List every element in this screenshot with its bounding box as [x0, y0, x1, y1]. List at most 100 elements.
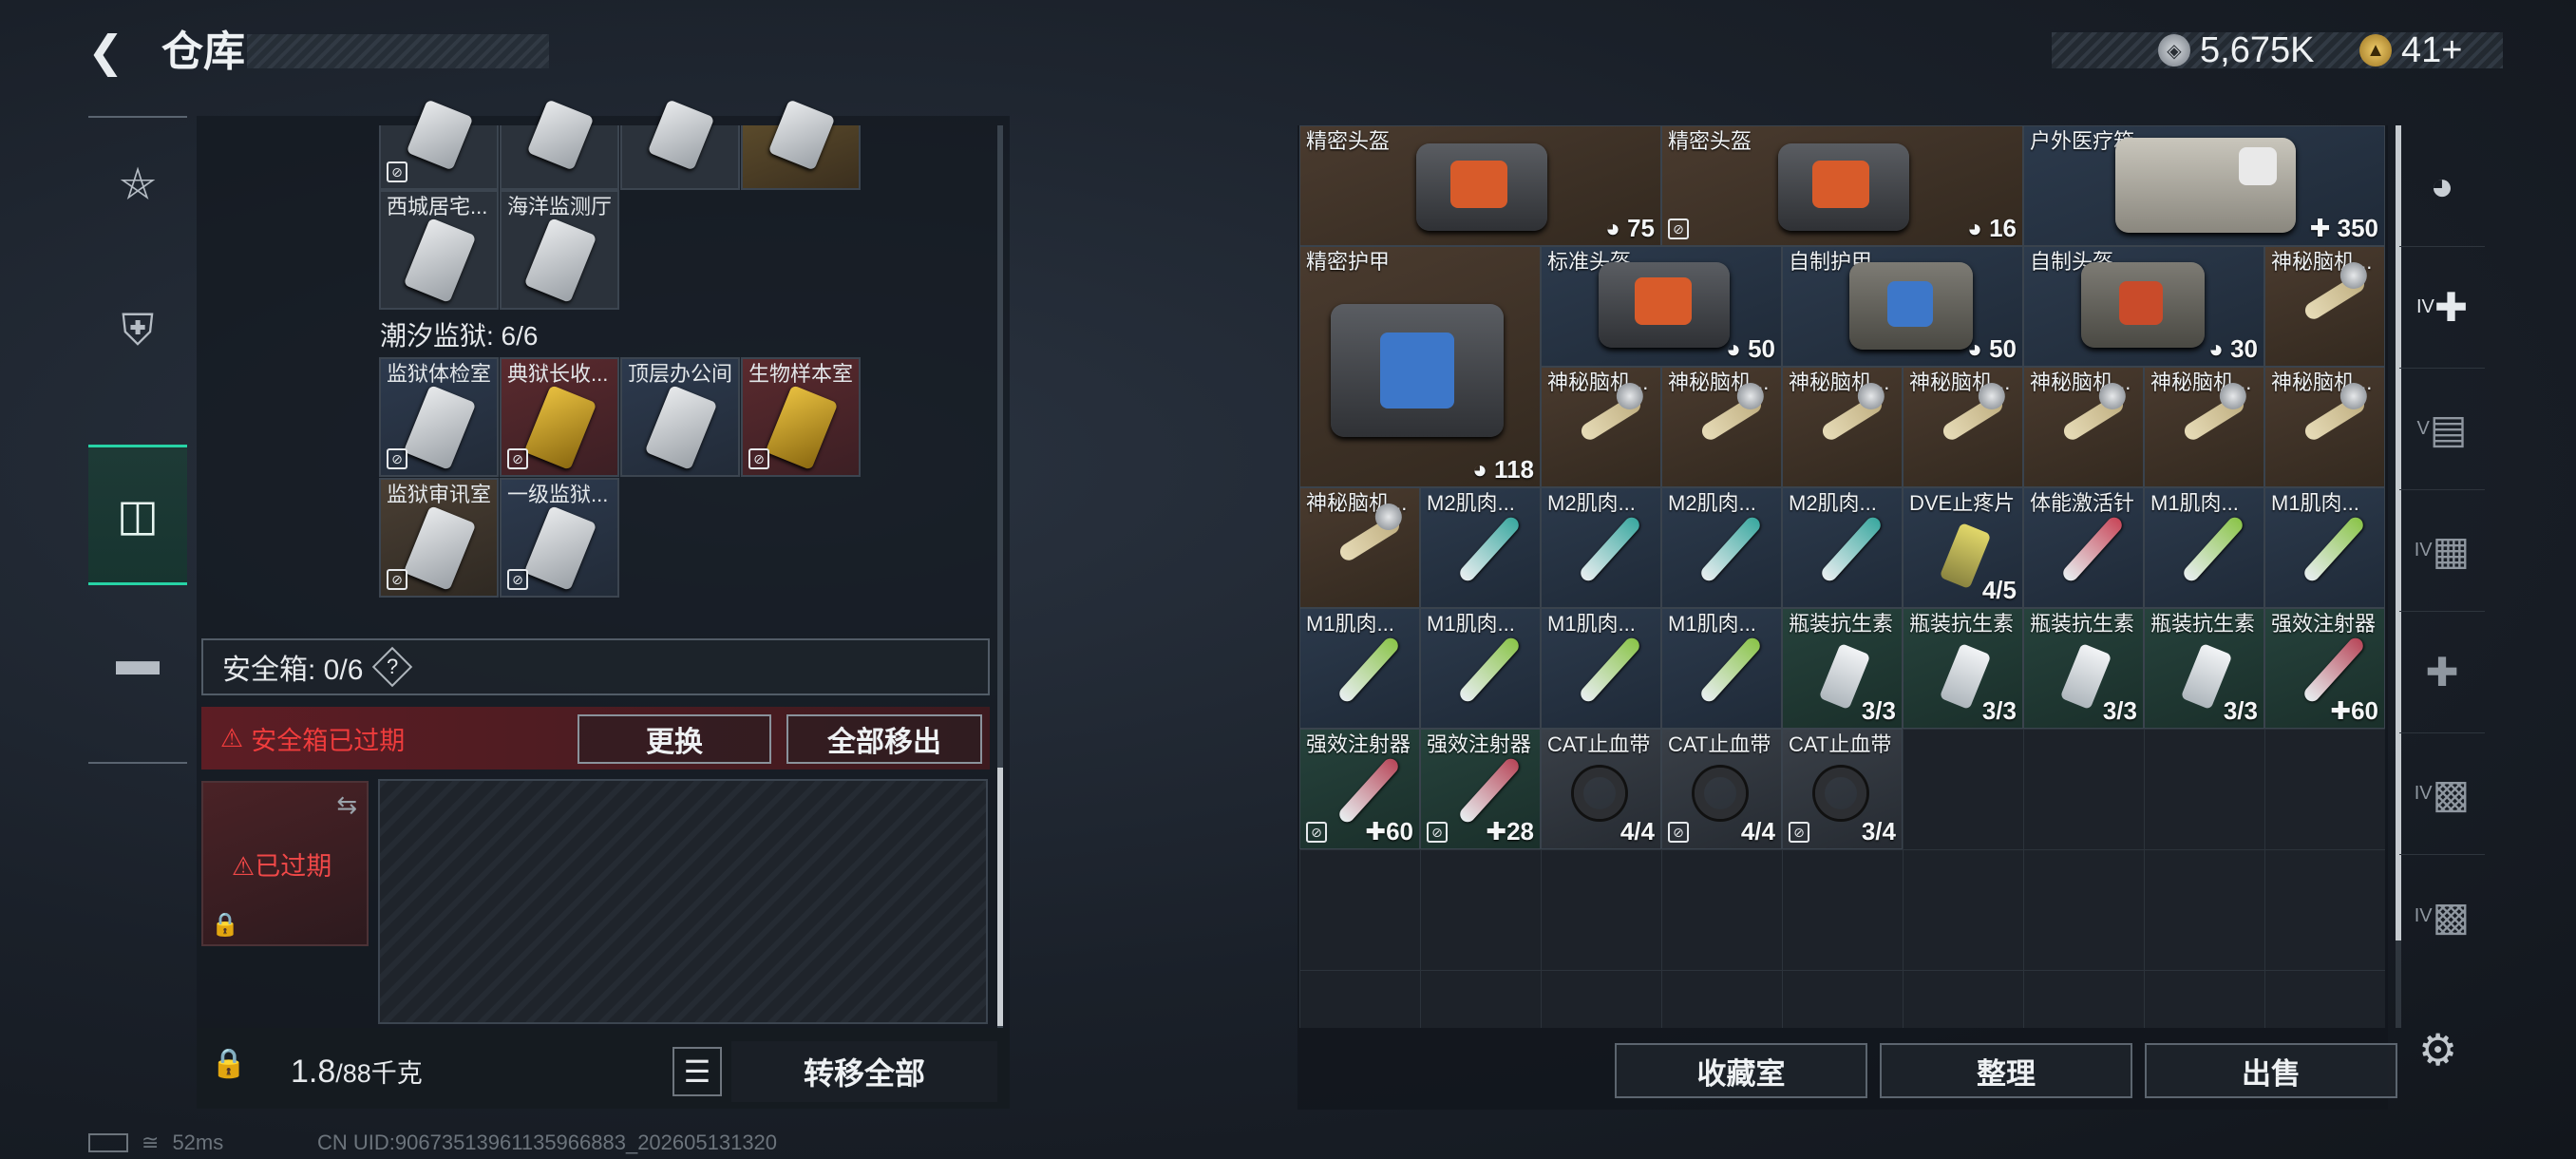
key-slot[interactable]: 一级监狱... ⊘ — [500, 478, 619, 598]
item-name: 强效注射器 — [1427, 732, 1532, 756]
no-carry-icon: ⊘ — [1668, 822, 1689, 843]
inventory-item[interactable]: 神秘脑机... — [1903, 367, 2023, 487]
inventory-item[interactable]: 强效注射器 ✚60 — [2264, 608, 2385, 729]
item-count: 3/3 — [2102, 696, 2137, 725]
helmet-icon[interactable]: ◕ — [2399, 125, 2485, 247]
inventory-item[interactable]: 精密头盔 ⊘ ◕ 16 — [1661, 125, 2023, 246]
inventory-item[interactable]: M1肌肉... — [1420, 608, 1541, 729]
pistol-icon[interactable]: ⛤ — [88, 118, 187, 251]
item-count: 4/4 — [1619, 817, 1655, 846]
key-slot[interactable]: 海洋监测厅 — [500, 190, 619, 310]
inventory-item[interactable]: M2肌肉... — [1661, 487, 1782, 608]
key-label: 一级监狱... — [507, 483, 609, 506]
left-scroll-thumb[interactable] — [997, 768, 1003, 1026]
item-name: 神秘脑机... — [1547, 370, 1649, 394]
inventory-item[interactable]: 强效注射器 ⊘ ✚28 — [1420, 729, 1541, 849]
inventory-item[interactable]: 神秘脑机... — [2264, 367, 2385, 487]
inventory-item[interactable]: M1肌肉... — [1541, 608, 1661, 729]
key-slot[interactable]: 监狱体检室 ⊘ — [379, 357, 499, 477]
briefcase-icon[interactable]: ▬ — [88, 593, 187, 726]
inventory-item[interactable]: 瓶装抗生素 3/3 — [2144, 608, 2264, 729]
key-slot[interactable]: 典狱长收... ⊘ — [500, 357, 619, 477]
inventory-item[interactable]: 自制护甲 ◕ 50 — [1782, 246, 2023, 367]
help-icon[interactable]: ? — [372, 646, 413, 688]
swap-icon[interactable]: ⇆ — [336, 790, 357, 820]
item-count: 3/3 — [2223, 696, 2258, 725]
inventory-item[interactable]: 精密头盔 ◕ 75 — [1299, 125, 1661, 246]
gear-box-iv-2-icon[interactable]: IV ▩ — [2399, 855, 2485, 977]
backpack-icon[interactable]: ◫ — [88, 445, 187, 585]
move-all-out-button[interactable]: 全部移出 — [786, 714, 982, 764]
item-name: 精密护甲 — [1306, 250, 1391, 274]
inventory-item[interactable]: 精密护甲 ◕ 118 — [1299, 246, 1541, 487]
expired-warning-text: 安全箱已过期 — [251, 726, 406, 755]
no-carry-icon: ⊘ — [1306, 822, 1327, 843]
inventory-item[interactable]: 神秘脑机... — [1661, 367, 1782, 487]
inventory-item[interactable]: M1肌肉... — [2264, 487, 2385, 608]
item-name: 神秘脑机... — [2271, 250, 2373, 274]
inventory-item[interactable]: 神秘脑机... — [2023, 367, 2144, 487]
inventory-item[interactable]: CAT止血带 ⊘ 4/4 — [1661, 729, 1782, 849]
key-slot[interactable] — [500, 99, 619, 190]
item-name: M2肌肉... — [1789, 491, 1877, 515]
inventory-item[interactable]: 神秘脑机... — [2264, 246, 2385, 367]
inventory-item[interactable]: 神秘脑机... — [1541, 367, 1661, 487]
inventory-item[interactable]: CAT止血带 ⊘ 3/4 — [1782, 729, 1903, 849]
transfer-all-button[interactable]: 转移全部 — [731, 1041, 997, 1102]
key-slot[interactable] — [620, 99, 740, 190]
inventory-item[interactable]: 瓶装抗生素 3/3 — [1903, 608, 2023, 729]
settings-gear-icon[interactable]: ⚙ — [2418, 1024, 2466, 1074]
inventory-item[interactable]: 自制头盔 ◕ 30 — [2023, 246, 2264, 367]
item-name: 瓶装抗生素 — [2030, 612, 2135, 636]
item-count: ◕ 30 — [2208, 334, 2258, 363]
back-chevron-icon[interactable]: ❮ — [87, 27, 137, 76]
safe-box-label: 安全箱: 0/6 — [222, 655, 364, 686]
cabinet-iv-icon[interactable]: IV ▦ — [2399, 490, 2485, 612]
medkit-iv-icon[interactable]: IV ✚ — [2399, 247, 2485, 369]
list-icon[interactable]: ☰ — [672, 1047, 722, 1096]
inventory-item[interactable]: DVE止疼片 4/5 — [1903, 487, 2023, 608]
inventory-item[interactable]: M1肌肉... — [1661, 608, 1782, 729]
item-count: ✚28 — [1486, 817, 1534, 846]
no-carry-icon: ⊘ — [387, 569, 407, 590]
organize-button[interactable]: 整理 — [1880, 1043, 2132, 1098]
inventory-item[interactable]: M2肌肉... — [1782, 487, 1903, 608]
item-name: 神秘脑机... — [2030, 370, 2131, 394]
inventory-item[interactable]: 体能激活针 — [2023, 487, 2144, 608]
inventory-item[interactable]: M2肌肉... — [1420, 487, 1541, 608]
key-slot[interactable]: 顶层办公间 — [620, 357, 740, 477]
key-slot[interactable]: 西城居宅... — [379, 190, 499, 310]
replace-button[interactable]: 更换 — [578, 714, 771, 764]
safe-box-slot[interactable]: ⇆ ⚠已过期 🔒 — [201, 781, 369, 946]
key-label: 监狱体检室 — [387, 362, 492, 386]
item-count: ◕ 16 — [1967, 214, 2017, 242]
item-name: M1肌肉... — [1547, 612, 1636, 636]
item-count: ◕ 50 — [1967, 334, 2017, 363]
inventory-item[interactable]: 瓶装抗生素 3/3 — [2023, 608, 2144, 729]
key-slot[interactable] — [741, 99, 861, 190]
sell-button[interactable]: 出售 — [2145, 1043, 2397, 1098]
inventory-item[interactable]: M2肌肉... — [1541, 487, 1661, 608]
item-count: 4/5 — [1981, 576, 2017, 604]
inventory-item[interactable]: 户外医疗箱 ✚ 350 — [2023, 125, 2385, 246]
key-slot[interactable]: ⊘ — [379, 99, 499, 190]
ammo-v-icon[interactable]: V ▤ — [2399, 369, 2485, 490]
key-slot[interactable]: 监狱审讯室 ⊘ — [379, 478, 499, 598]
inventory-item[interactable]: M1肌肉... — [2144, 487, 2264, 608]
key-slot[interactable]: 生物样本室 ⊘ — [741, 357, 861, 477]
medkit-plus-icon[interactable]: ✚ — [2399, 612, 2485, 733]
gear-box-iv-icon[interactable]: IV ▩ — [2399, 733, 2485, 855]
inventory-item[interactable]: 标准头盔 ◕ 50 — [1541, 246, 1782, 367]
item-name: 强效注射器 — [2271, 612, 2377, 636]
item-count: ◕ 118 — [1472, 455, 1534, 484]
inventory-item[interactable]: M1肌肉... — [1299, 608, 1420, 729]
item-name: M2肌肉... — [1547, 491, 1636, 515]
inventory-item[interactable]: 强效注射器 ⊘ ✚60 — [1299, 729, 1420, 849]
inventory-item[interactable]: 神秘脑机... — [2144, 367, 2264, 487]
armor-vest-icon[interactable]: ⛨ — [88, 264, 187, 397]
inventory-item[interactable]: 神秘脑机... — [1782, 367, 1903, 487]
inventory-item[interactable]: 瓶装抗生素 3/3 — [1782, 608, 1903, 729]
inventory-item[interactable]: CAT止血带 4/4 — [1541, 729, 1661, 849]
collection-room-button[interactable]: 收藏室 — [1615, 1043, 1867, 1098]
inventory-item[interactable]: 神秘脑机... — [1299, 487, 1420, 608]
